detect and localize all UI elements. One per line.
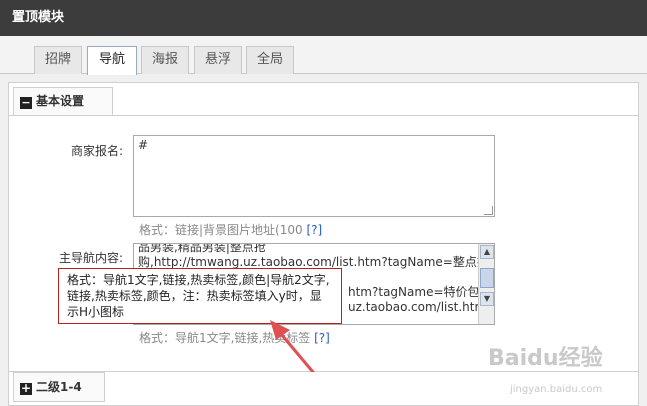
module-title: 置顶模块 [0,0,647,36]
section-header-level2[interactable]: + 二级1-4 [13,372,105,402]
collapse-icon: − [20,96,32,109]
merchant-value: # [138,138,149,152]
merchant-hint: 格式：链接|背景图片地址(100 [?] [139,223,323,237]
watermark-logo: Baidu经验 [488,346,603,371]
scroll-thumb[interactable] [480,268,494,288]
tab-poster[interactable]: 海报 [141,46,189,74]
tab-float[interactable]: 悬浮 [194,46,242,74]
expand-icon: + [20,381,32,395]
tab-global[interactable]: 全局 [246,46,294,74]
section-header-basic[interactable]: − 基本设置 [13,87,113,115]
tab-navigation[interactable]: 导航 [87,46,137,75]
merchant-help-link[interactable]: [?] [306,223,322,237]
scroll-down-icon[interactable]: ▼ [480,292,494,306]
nav-label: 主导航内容: [59,251,124,265]
tab-signboard[interactable]: 招牌 [34,46,82,74]
merchant-label: 商家报名: [71,144,124,158]
tab-bar: 招牌 导航 海报 悬浮 全局 [0,36,647,75]
nav-line-1: 品男装,精品男装|整点抢 [138,243,266,254]
section-title-level2: 二级1-4 [36,380,82,394]
watermark-url: jingyan.baidu.com [510,384,603,395]
nav-help-link[interactable]: [?] [314,331,330,345]
resize-grip[interactable] [484,206,493,215]
nav-hint: 格式：导航1文字,链接,热卖标签 [?] [139,331,330,345]
section-title-basic: 基本设置 [36,94,85,108]
basic-settings-panel: − 基本设置 商家报名: # 格式：链接|背景图片地址(100 [?] 主导航内容… [8,82,639,372]
nav-scrollbar[interactable]: ▲ ▼ [478,244,494,324]
section-divider [9,115,638,116]
format-callout: 格式：导航1文字,链接,热卖标签,颜色|导航2文字,链接,热卖标签,颜色，注：热… [58,268,342,324]
merchant-textarea[interactable]: # [133,135,495,217]
scroll-up-icon[interactable]: ▲ [480,245,494,259]
